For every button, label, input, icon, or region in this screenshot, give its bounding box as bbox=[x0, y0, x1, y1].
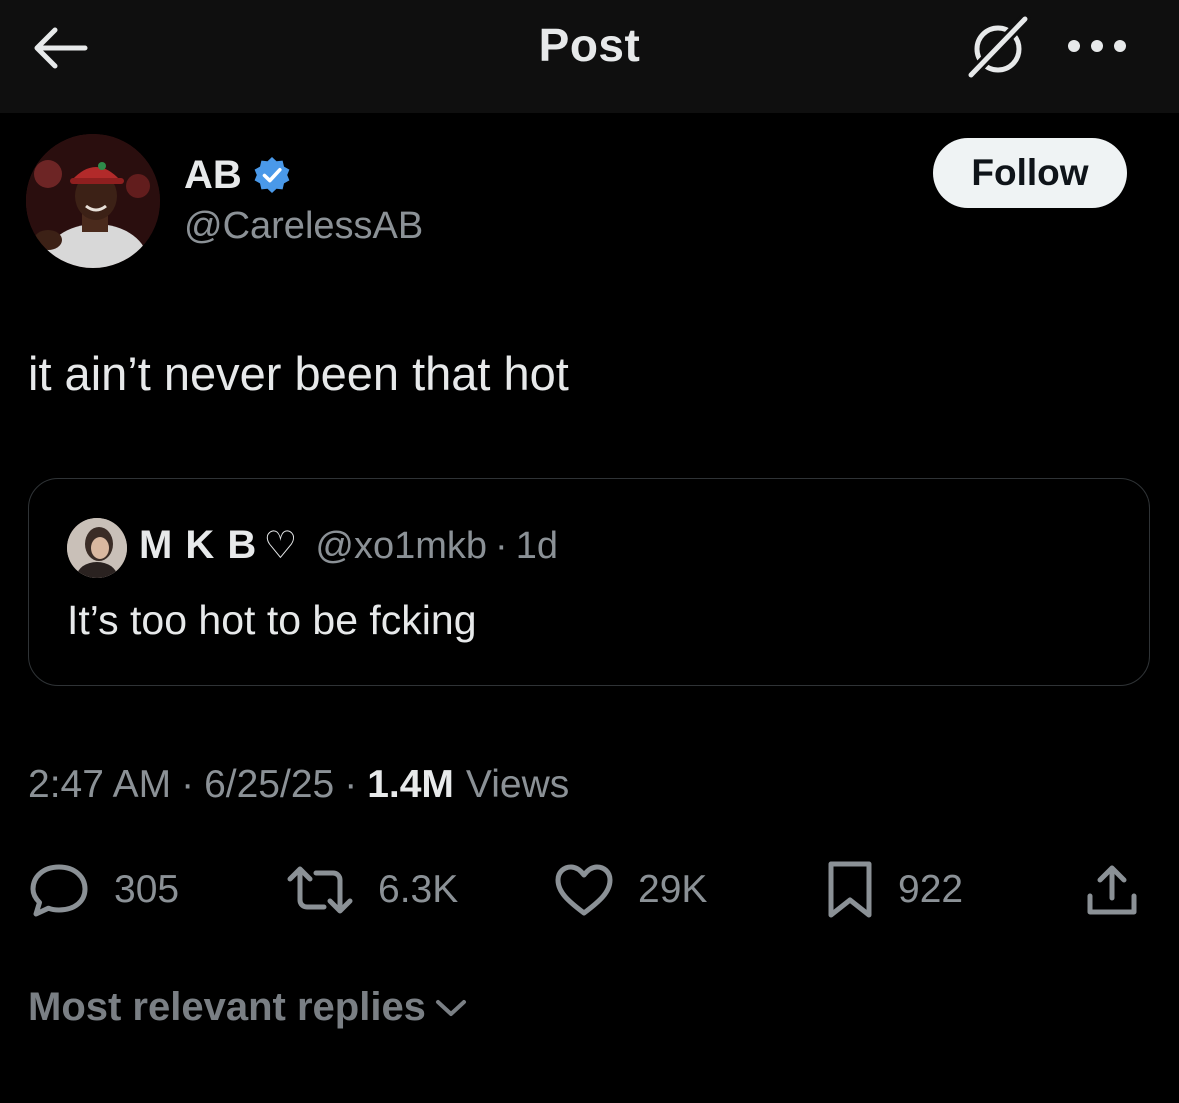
grok-button[interactable] bbox=[962, 14, 1034, 80]
quote-heart-glyph: ♡ bbox=[263, 523, 298, 567]
bookmark-button[interactable]: 922 bbox=[826, 850, 963, 930]
grok-icon bbox=[965, 15, 1031, 79]
quote-timestamp: 1d bbox=[515, 525, 558, 567]
like-button[interactable]: 29K bbox=[554, 850, 707, 930]
quote-header: M K B ♡ @xo1mkb · 1d bbox=[139, 523, 558, 568]
post-date: 6/25/25 bbox=[204, 763, 335, 806]
share-button[interactable] bbox=[1084, 850, 1140, 930]
bookmark-count: 922 bbox=[898, 868, 964, 911]
like-count: 29K bbox=[638, 868, 708, 911]
reply-button[interactable]: 305 bbox=[28, 850, 179, 930]
quote-avatar bbox=[67, 518, 127, 578]
chevron-down-icon bbox=[434, 997, 468, 1019]
quoted-post[interactable]: M K B ♡ @xo1mkb · 1d It’s too hot to be … bbox=[28, 478, 1150, 686]
replies-sort-label: Most relevant replies bbox=[28, 985, 426, 1029]
meta-separator: · bbox=[344, 763, 358, 806]
top-bar: Post bbox=[0, 0, 1179, 113]
repost-icon bbox=[287, 866, 353, 914]
quote-author-name[interactable]: M K B bbox=[139, 523, 257, 568]
reply-count: 305 bbox=[114, 868, 180, 911]
avatar-photo bbox=[26, 134, 160, 268]
heart-icon bbox=[555, 864, 613, 916]
action-bar: 305 6.3K 29K 922 bbox=[0, 850, 1179, 930]
post-text: it ain’t never been that hot bbox=[28, 347, 569, 400]
verified-badge-icon bbox=[252, 155, 292, 195]
post-meta: 2:47 AM · 6/25/25 · 1.4M Views bbox=[28, 763, 569, 807]
quote-author-handle[interactable]: @xo1mkb bbox=[315, 525, 487, 568]
reply-icon bbox=[30, 864, 88, 917]
meta-separator: · bbox=[181, 763, 195, 806]
replies-sort-dropdown[interactable]: Most relevant replies bbox=[28, 985, 468, 1030]
author-avatar[interactable] bbox=[26, 134, 160, 268]
repost-button[interactable]: 6.3K bbox=[286, 850, 458, 930]
bookmark-icon bbox=[828, 861, 872, 918]
post-time: 2:47 AM bbox=[28, 763, 172, 806]
quote-separator: · bbox=[495, 525, 508, 567]
more-dots-icon bbox=[1068, 40, 1126, 52]
author-name-row[interactable]: AB bbox=[184, 150, 292, 200]
views-count[interactable]: 1.4M bbox=[367, 763, 454, 807]
quote-avatar-photo bbox=[67, 518, 127, 578]
share-icon bbox=[1087, 865, 1137, 915]
quote-text: It’s too hot to be fcking bbox=[67, 597, 477, 643]
repost-count: 6.3K bbox=[378, 868, 459, 911]
more-options-button[interactable] bbox=[1062, 24, 1132, 68]
views-label: Views bbox=[465, 763, 570, 806]
author-handle[interactable]: @CarelessAB bbox=[184, 205, 423, 248]
author-name[interactable]: AB bbox=[184, 153, 242, 198]
follow-button[interactable]: Follow bbox=[933, 138, 1127, 208]
